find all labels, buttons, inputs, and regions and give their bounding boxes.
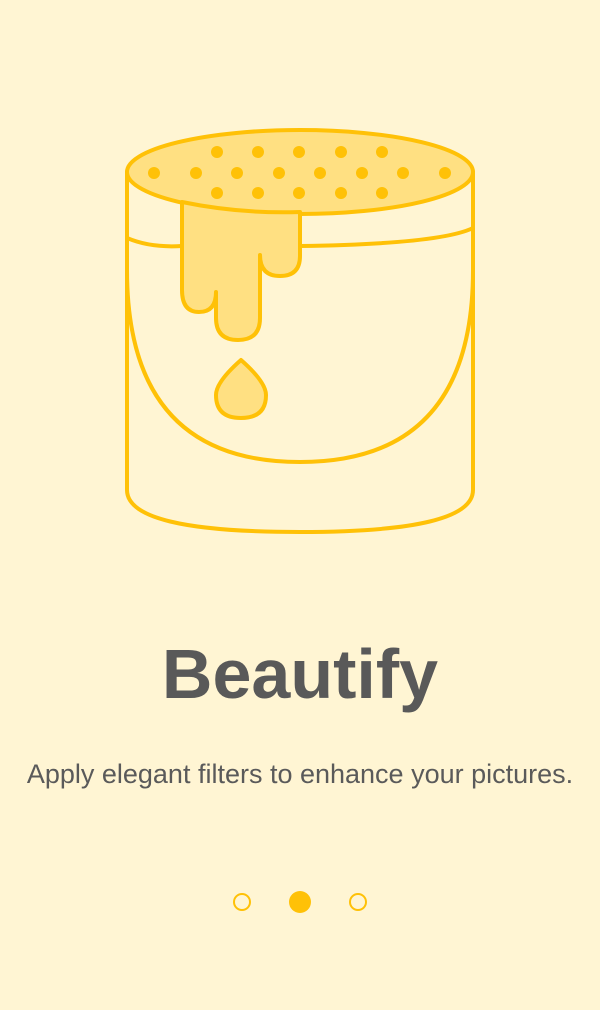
page-subtitle: Apply elegant filters to enhance your pi… bbox=[26, 759, 574, 789]
illustration bbox=[0, 0, 600, 560]
page-dot-1[interactable] bbox=[233, 893, 251, 911]
page-dot-3[interactable] bbox=[349, 893, 367, 911]
page-title: Beautify bbox=[161, 635, 439, 713]
page-indicator bbox=[0, 890, 600, 914]
paint-bucket-icon bbox=[125, 128, 475, 534]
page-dot-2-active[interactable] bbox=[289, 891, 311, 913]
